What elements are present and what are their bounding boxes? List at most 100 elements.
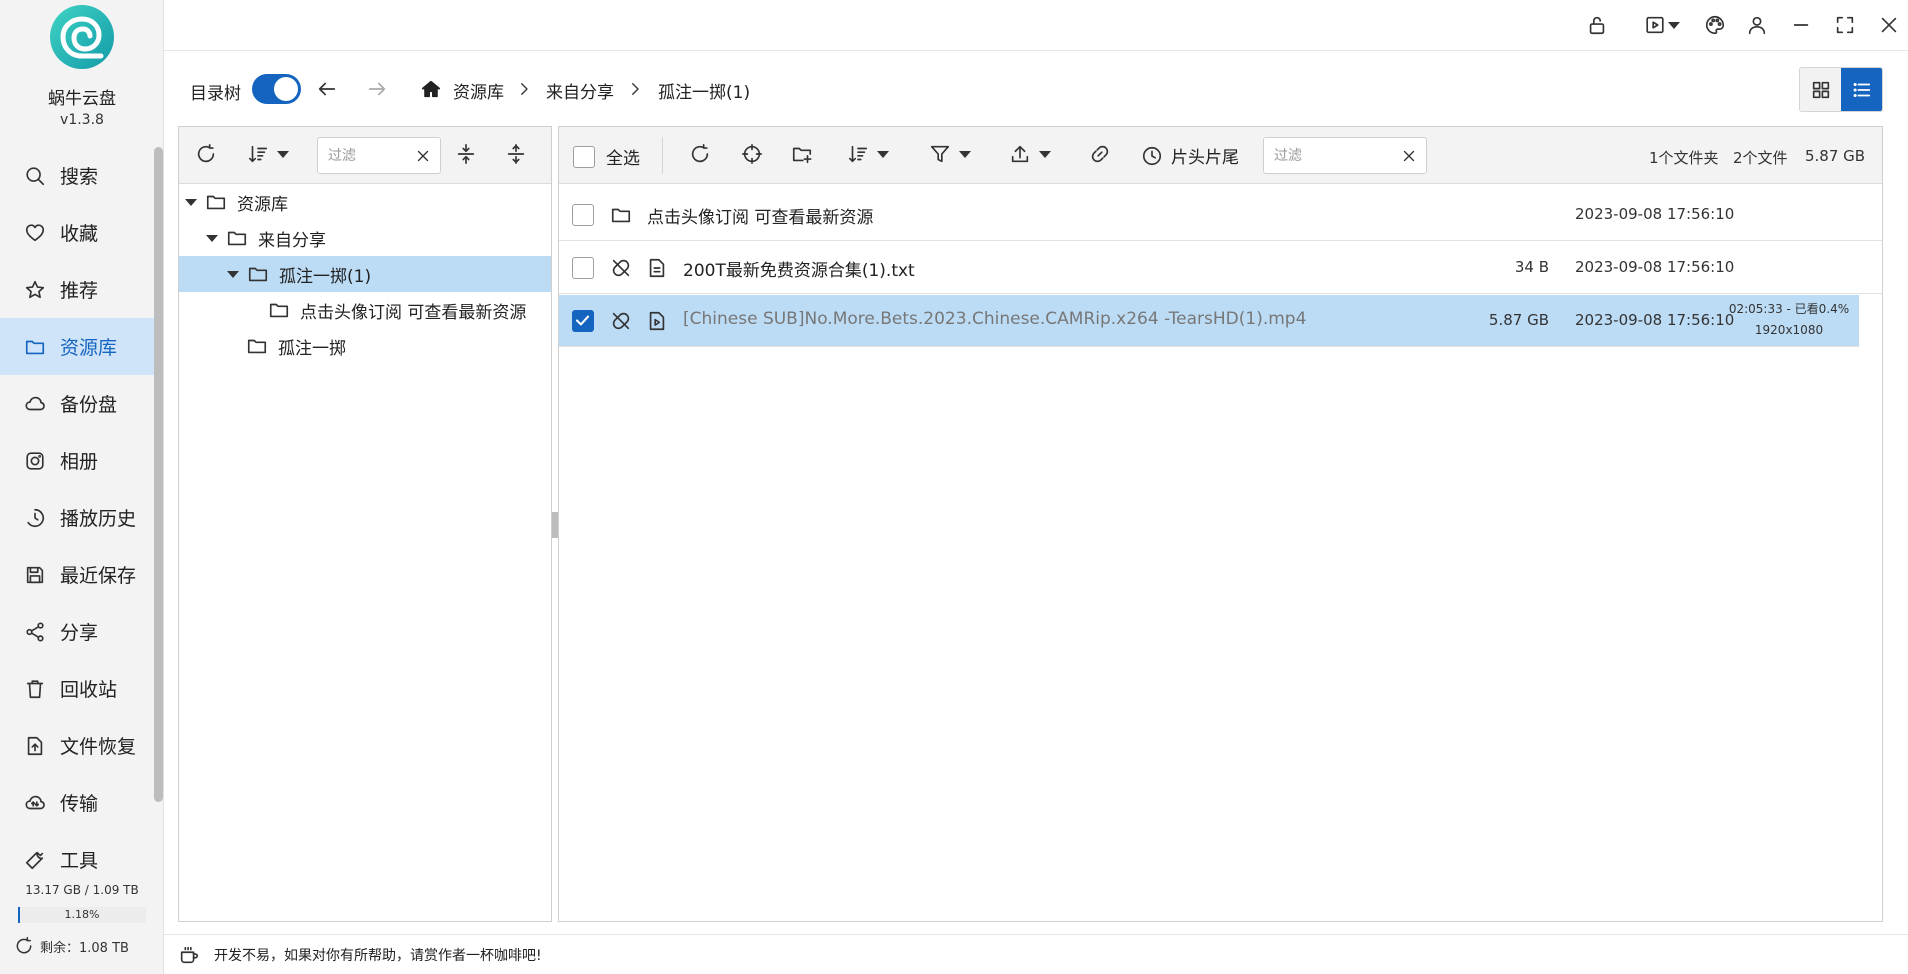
expanded-arrow-icon (227, 270, 239, 278)
file-size: 34 B (1514, 258, 1549, 276)
storage-usage: 13.17 GB / 1.09 TB (25, 883, 139, 897)
tree-node-current[interactable]: 孤注一掷(1) (179, 256, 551, 292)
clear-icon[interactable] (414, 147, 432, 165)
breadcrumb-item-current[interactable]: 孤注一掷(1) (658, 78, 750, 103)
back-button[interactable] (316, 78, 338, 100)
row-checkbox[interactable] (572, 204, 594, 226)
sidebar-item-recycle-bin[interactable]: 回收站 (0, 660, 154, 717)
tree-node-library[interactable]: 资源库 (179, 184, 551, 220)
intro-outro-label: 片头片尾 (1171, 148, 1239, 168)
video-file-icon (649, 311, 665, 331)
sidebar-item-recommend[interactable]: 推荐 (0, 261, 154, 318)
breadcrumb-item-library[interactable]: 资源库 (453, 78, 504, 103)
link-button[interactable] (1089, 143, 1111, 165)
chevron-down-icon (277, 150, 289, 158)
locate-button[interactable] (741, 143, 763, 165)
file-name: [Chinese SUB]No.More.Bets.2023.Chinese.C… (683, 309, 1307, 329)
upload-button[interactable] (1009, 143, 1051, 165)
row-checkbox[interactable] (572, 257, 594, 279)
lock-button[interactable] (1582, 10, 1612, 40)
home-button[interactable] (420, 78, 442, 100)
maximize-button[interactable] (1830, 10, 1860, 40)
donate-message[interactable]: 开发不易，如果对你有所帮助，请赏作者一杯咖啡吧! (214, 945, 542, 965)
tree-toggle-switch[interactable] (252, 74, 301, 104)
sidebar-item-album[interactable]: 相册 (0, 432, 154, 489)
new-folder-button[interactable] (791, 143, 813, 165)
sidebar-item-label: 最近保存 (60, 565, 137, 587)
sort-icon (248, 145, 268, 163)
list-view-button[interactable] (1841, 68, 1882, 111)
forward-button[interactable] (366, 78, 388, 100)
sidebar-item-library[interactable]: 资源库 (0, 318, 154, 375)
sidebar-item-tools[interactable]: 工具 (0, 831, 154, 888)
clear-icon[interactable] (1400, 147, 1418, 165)
file-row[interactable]: 点击头像订阅 可查看最新资源 2023-09-08 17:56:10 (559, 189, 1882, 241)
grid-view-button[interactable] (1800, 68, 1841, 111)
share-icon (26, 621, 44, 642)
breadcrumb-item-from-share[interactable]: 来自分享 (546, 78, 614, 103)
file-count: 2个文件 (1733, 149, 1788, 167)
file-restore-icon (27, 736, 43, 755)
tree-sort-button[interactable] (247, 143, 289, 165)
file-filter (1263, 137, 1427, 174)
minimize-button[interactable] (1786, 10, 1816, 40)
sidebar-item-recent-save[interactable]: 最近保存 (0, 546, 154, 603)
player-dropdown[interactable] (1664, 10, 1684, 40)
sidebar-item-backup[interactable]: 备份盘 (0, 375, 154, 432)
arrow-right-icon (368, 82, 386, 96)
tree-node-from-share[interactable]: 来自分享 (179, 220, 551, 256)
funnel-icon (930, 145, 950, 163)
expand-all-button[interactable] (455, 143, 477, 165)
coffee-icon[interactable] (178, 944, 200, 966)
intro-outro-button[interactable]: 片头片尾 (1141, 143, 1239, 168)
chevron-down-icon (1668, 21, 1680, 29)
file-name: 点击头像订阅 可查看最新资源 (647, 208, 874, 228)
sidebar-item-favorites[interactable]: 收藏 (0, 204, 154, 261)
sidebar-item-share[interactable]: 分享 (0, 603, 154, 660)
tree-filter-input[interactable] (328, 146, 428, 166)
user-button[interactable] (1742, 10, 1772, 40)
minimize-icon (1793, 24, 1809, 26)
refresh-button[interactable] (689, 143, 711, 165)
sidebar-item-label: 推荐 (60, 280, 99, 302)
collapse-all-button[interactable] (505, 143, 527, 165)
sidebar-item-transfer[interactable]: 传输 (0, 774, 154, 831)
sort-button[interactable] (847, 143, 889, 165)
file-filter-input[interactable] (1274, 146, 1374, 166)
tree-node-gu-zhu-yi-zhi[interactable]: 孤注一掷 (179, 328, 551, 364)
tree-node-label: 孤注一掷 (278, 338, 346, 359)
chevron-down-icon (1039, 150, 1051, 158)
path-bar: 目录树 资源库 来自分享 孤注一掷(1) (164, 52, 1908, 124)
file-row[interactable]: 200T最新免费资源合集(1).txt 34 B 2023-09-08 17:5… (559, 242, 1882, 294)
sidebar-item-play-history[interactable]: 播放历史 (0, 489, 154, 546)
storage-remaining[interactable]: 剩余：1.08 TB (14, 936, 129, 956)
file-toolbar: 全选 片头片尾 过滤 1个文件夹 2个文件 5.87 GB (559, 127, 1882, 184)
sidebar-item-search[interactable]: 搜索 (0, 147, 154, 204)
checkbox[interactable] (573, 145, 595, 168)
tree-node-label: 孤注一掷(1) (279, 266, 372, 287)
title-bar (164, 0, 1908, 51)
sidebar-item-file-restore[interactable]: 文件恢复 (0, 717, 154, 774)
refresh-icon (16, 936, 32, 954)
refresh-icon (197, 144, 215, 163)
row-checkbox[interactable] (572, 310, 594, 332)
file-row[interactable]: [Chinese SUB]No.More.Bets.2023.Chinese.C… (559, 295, 1859, 347)
tree-node-subscribe-folder[interactable]: 点击头像订阅 可查看最新资源 (179, 292, 551, 328)
theme-button[interactable] (1700, 10, 1730, 40)
chevron-down-icon (959, 150, 971, 158)
file-name: 200T最新免费资源合集(1).txt (683, 261, 915, 281)
sidebar-scrollbar[interactable] (154, 147, 163, 802)
close-button[interactable] (1874, 10, 1904, 40)
select-all-checkbox[interactable]: 全选 (573, 144, 640, 169)
filter-button[interactable] (929, 143, 971, 165)
maximize-icon (1836, 16, 1854, 34)
lock-open-icon (1589, 16, 1605, 35)
sidebar-item-label: 分享 (60, 622, 99, 644)
file-size: 5.87 GB (1488, 311, 1549, 329)
tree-refresh-button[interactable] (195, 143, 217, 165)
chevron-right-icon (521, 83, 528, 95)
play-icon (1646, 16, 1664, 34)
app-version: v1.3.8 (60, 112, 104, 128)
file-list-pane: 全选 片头片尾 过滤 1个文件夹 2个文件 5.87 GB 点击头像订阅 可查看… (558, 126, 1883, 922)
heart-icon (25, 223, 45, 241)
